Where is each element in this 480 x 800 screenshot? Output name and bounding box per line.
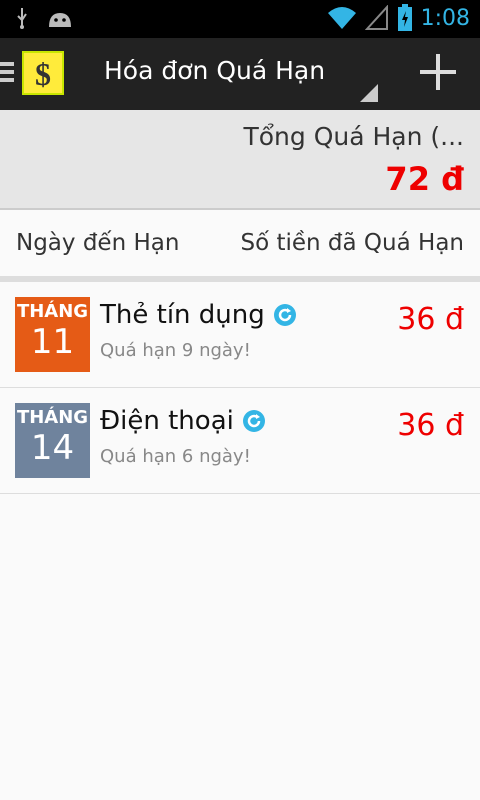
calendar-month-label: THÁNG: [16, 407, 89, 428]
due-date-column-header: Ngày đến Hạn: [16, 230, 180, 256]
bill-list: THÁNG 11 Thẻ tín dụng Quá hạn 9 ngày! 36…: [0, 282, 480, 494]
calendar-badge: THÁNG 14: [15, 403, 90, 478]
bill-title-row: Thẻ tín dụng: [100, 300, 297, 330]
signal-icon: [364, 5, 388, 30]
sync-icon: [242, 410, 265, 432]
bill-overdue-note: Quá hạn 9 ngày!: [100, 340, 251, 361]
bill-amount: 36 đ: [397, 408, 464, 443]
sync-icon: [273, 304, 296, 326]
svg-text:$: $: [35, 56, 51, 92]
bill-amount: 36 đ: [397, 302, 464, 337]
android-icon: [49, 13, 71, 27]
overdue-amount-column-header: Số tiền đã Quá Hạn: [240, 230, 465, 256]
status-bar: 1:08: [0, 0, 480, 38]
calendar-day: 14: [30, 428, 75, 468]
calendar-badge: THÁNG 11: [15, 297, 90, 372]
nav-drawer-indicator[interactable]: [0, 62, 14, 86]
usb-icon: [17, 8, 27, 29]
bill-overdue-note: Quá hạn 6 ngày!: [100, 446, 251, 467]
title-dropdown-indicator[interactable]: [360, 84, 378, 102]
summary-label: Tổng Quá Hạn (...: [243, 122, 464, 151]
summary-total: 72 đ: [385, 160, 464, 198]
battery-icon: [397, 4, 412, 31]
dollar-logo-icon[interactable]: $: [22, 51, 64, 95]
wifi-icon: [327, 7, 356, 29]
calendar-month-label: THÁNG: [16, 301, 89, 322]
calendar-day: 11: [30, 322, 75, 362]
bill-title-row: Điện thoại: [100, 406, 266, 436]
list-item[interactable]: THÁNG 14 Điện thoại Quá hạn 6 ngày! 36 đ: [0, 388, 480, 494]
overdue-summary: Tổng Quá Hạn (... 72 đ: [0, 110, 480, 210]
column-header: Ngày đến Hạn Số tiền đã Quá Hạn: [0, 210, 480, 276]
status-time: 1:08: [420, 5, 470, 31]
list-item[interactable]: THÁNG 11 Thẻ tín dụng Quá hạn 9 ngày! 36…: [0, 282, 480, 388]
page-title[interactable]: Hóa đơn Quá Hạn: [104, 56, 325, 85]
bill-title: Thẻ tín dụng: [100, 300, 265, 330]
bill-title: Điện thoại: [100, 406, 234, 436]
add-bill-button[interactable]: [418, 52, 458, 92]
action-bar: $ Hóa đơn Quá Hạn: [0, 38, 480, 110]
